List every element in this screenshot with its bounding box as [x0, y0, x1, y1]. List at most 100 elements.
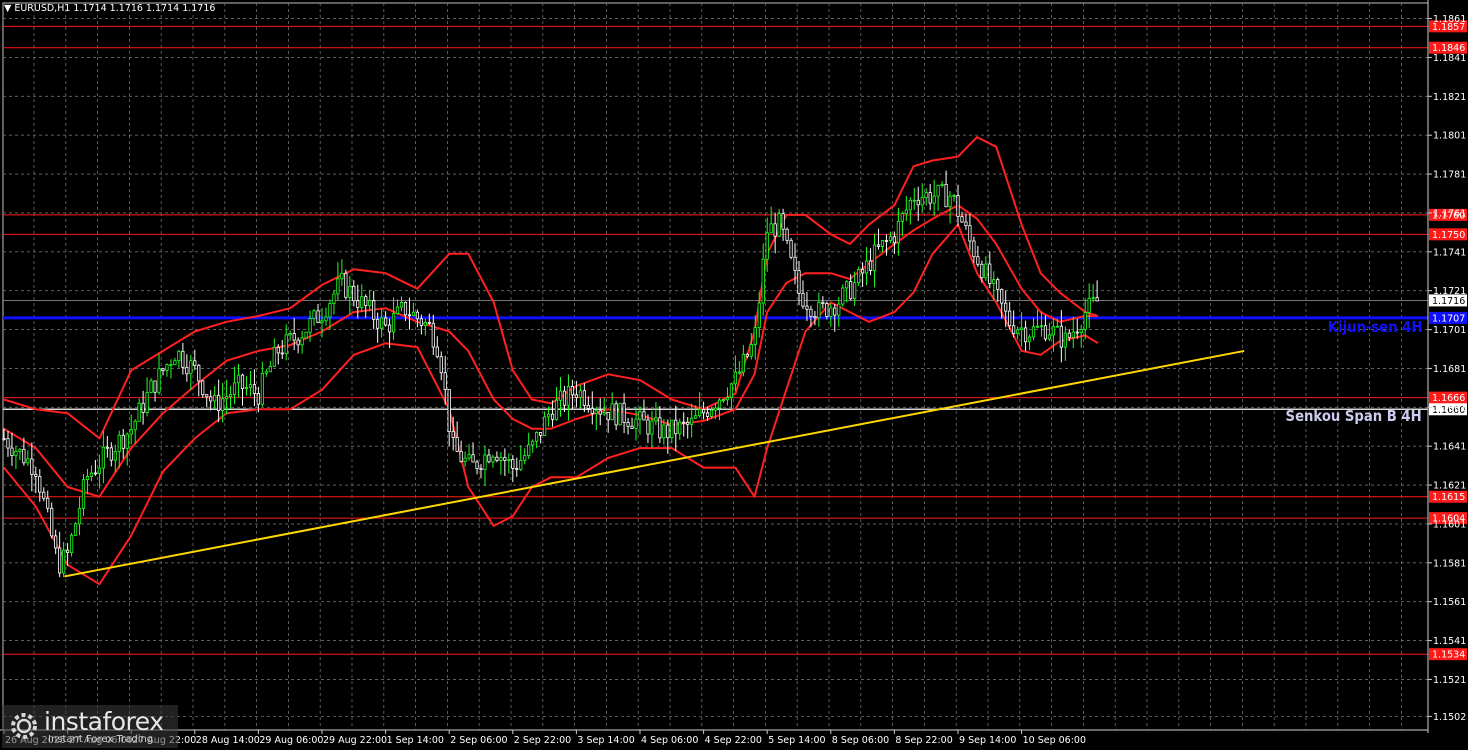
candle-body [1091, 297, 1095, 300]
candle-body [940, 183, 944, 186]
candle-body [1047, 334, 1052, 340]
candle-body [165, 364, 169, 371]
candle-body [857, 269, 861, 284]
candle-body [69, 534, 74, 554]
x-tick-label: 28 Aug 14:00 [196, 735, 260, 746]
candle-body [340, 272, 344, 280]
candle-body [662, 424, 666, 439]
candle-body [769, 223, 773, 234]
candle-body [97, 467, 101, 474]
candle-body [380, 317, 384, 329]
candle-body [539, 432, 543, 436]
candle-body [992, 279, 996, 284]
horizontal-levels[interactable]: 1.18571.18461.17601.17501.16661.16151.16… [3, 20, 1467, 661]
y-tick-label: 1.1541 [1433, 636, 1466, 647]
candle-body [578, 390, 582, 398]
candle-body [1000, 289, 1004, 304]
candle-body [725, 397, 730, 401]
candle-body [1063, 332, 1067, 348]
candle-body [944, 183, 948, 208]
candle-body [125, 433, 129, 449]
price-chart[interactable]: 1.18571.18461.17601.17501.16661.16151.16… [0, 0, 1468, 750]
candle-body [952, 195, 956, 197]
candle-body [284, 334, 288, 354]
candle-body [984, 263, 988, 279]
candle-body [709, 409, 714, 417]
kijun-sen-label: Kijun-sen 4H [1327, 318, 1422, 336]
candle-body [419, 318, 423, 326]
candle-body [153, 380, 157, 393]
bollinger-middle-line [3, 204, 1098, 498]
x-tick-label: 29 Aug 06:00 [259, 735, 323, 746]
y-tick-label: 1.1741 [1433, 247, 1466, 258]
candle-body [1016, 329, 1020, 334]
x-tick-label: 8 Sep 06:00 [832, 735, 889, 746]
candle-body [586, 405, 590, 409]
candle-body [705, 412, 710, 417]
candle-body [475, 461, 479, 470]
candle-body [276, 346, 280, 354]
candle-body [336, 278, 340, 295]
candle-body [817, 301, 821, 319]
candle-body [908, 199, 912, 211]
time-axis: 26 Aug 202527 Aug 06:0027 Aug 22:0028 Au… [0, 729, 1428, 746]
candle-body [527, 444, 531, 456]
candle-body [38, 476, 42, 493]
candle-body [543, 416, 547, 436]
candle-body [228, 394, 233, 398]
y-tick-label: 1.1621 [1433, 481, 1466, 492]
candle-body [956, 195, 960, 217]
candle-body [217, 394, 221, 411]
candle-body [403, 301, 408, 316]
candle-body [101, 446, 105, 469]
instaforex-logo: instaforex Instant Forex Trading [2, 705, 178, 748]
candle-body [387, 324, 392, 333]
candle-body [332, 293, 336, 304]
candle-body [554, 399, 559, 420]
candle-body [825, 303, 829, 317]
candle-body [415, 311, 420, 320]
candle-body [296, 339, 300, 346]
candle-body [602, 412, 606, 415]
y-tick-label: 1.1701 [1433, 325, 1466, 336]
y-tick-label: 1.1561 [1433, 597, 1466, 608]
y-tick-label: 1.1781 [1433, 170, 1466, 181]
candle-body [50, 507, 54, 537]
candle-body [654, 417, 658, 422]
candle-body [801, 292, 805, 307]
candle-body [924, 192, 928, 199]
candle-body [133, 420, 137, 431]
candle-body [546, 413, 551, 418]
candle-body [443, 372, 447, 390]
current-price-label: 1.1716 [1432, 296, 1465, 307]
candle-body [694, 415, 698, 419]
candle-body [1035, 325, 1040, 328]
candle-body [678, 421, 682, 435]
candle-body [368, 300, 372, 306]
candle-body [996, 279, 1000, 290]
candle-body [558, 390, 563, 401]
candle-body [280, 352, 284, 355]
logo-name: instaforex [44, 707, 164, 736]
candle-body [113, 451, 117, 461]
candle-body [864, 260, 869, 274]
candle-body [46, 497, 50, 509]
candle-body [960, 216, 964, 223]
candle-body [260, 372, 264, 405]
candle-body [773, 223, 777, 237]
candle-body [145, 392, 149, 413]
candle-body [892, 236, 897, 244]
candle-body [797, 270, 801, 294]
candle-body [630, 425, 634, 429]
candle-body [900, 213, 904, 222]
chart-grid [2, 2, 1429, 731]
candle-body [197, 364, 201, 382]
candle-body [745, 353, 749, 357]
candle-body [185, 366, 189, 375]
candle-body [467, 454, 471, 459]
candle-body [1083, 312, 1087, 330]
candle-body [749, 344, 753, 357]
y-tick-label: 1.1661 [1433, 403, 1466, 414]
x-tick-label: 3 Sep 14:00 [577, 735, 634, 746]
candle-body [1020, 327, 1024, 331]
